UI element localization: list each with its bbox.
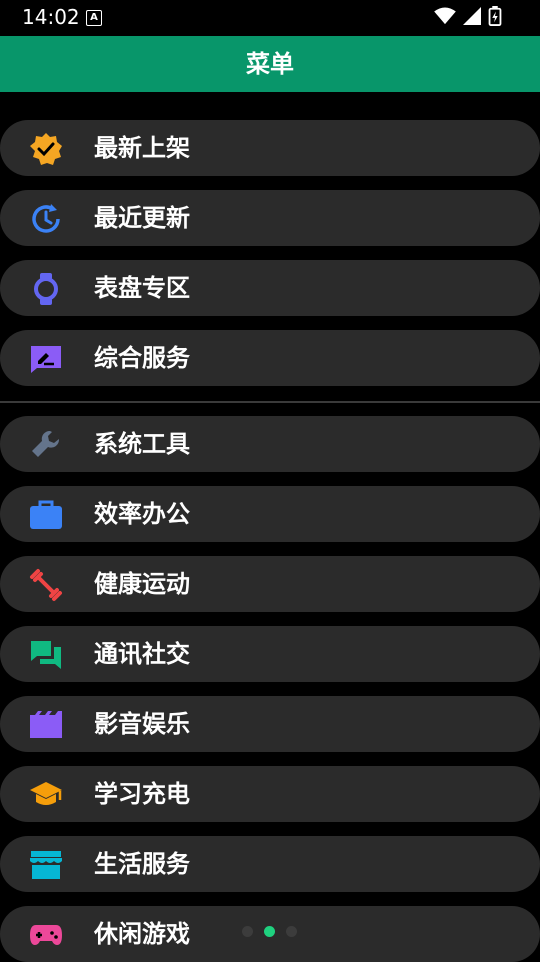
status-time: 14:02 (22, 5, 80, 29)
page-dot-active[interactable] (264, 926, 275, 937)
menu-item-label: 生活服务 (94, 850, 190, 878)
menu-item-label: 最近更新 (94, 204, 190, 232)
page-indicator (242, 926, 297, 937)
battery-charging-icon (488, 6, 502, 26)
cell-signal-icon (463, 7, 481, 25)
menu-item-social[interactable]: 通讯社交 (0, 626, 540, 682)
dumbbell-icon (29, 568, 63, 602)
wifi-icon (434, 7, 456, 25)
menu-item-label: 健康运动 (94, 570, 190, 598)
menu-item-learning[interactable]: 学习充电 (0, 766, 540, 822)
gamepad-icon (29, 918, 63, 952)
briefcase-icon (29, 498, 63, 532)
menu-item-new-releases[interactable]: 最新上架 (0, 120, 540, 176)
menu-item-general-services[interactable]: 综合服务 (0, 330, 540, 386)
menu-item-label: 系统工具 (94, 430, 190, 458)
app-title-bar: 菜单 (0, 36, 540, 92)
page-dot[interactable] (286, 926, 297, 937)
section-divider (0, 401, 540, 403)
page-dot[interactable] (242, 926, 253, 937)
chat-bubbles-icon (29, 638, 63, 672)
history-refresh-icon (29, 202, 63, 236)
clapperboard-icon (29, 708, 63, 742)
menu-item-health-fitness[interactable]: 健康运动 (0, 556, 540, 612)
menu-item-entertainment[interactable]: 影音娱乐 (0, 696, 540, 752)
menu-item-label: 学习充电 (94, 780, 190, 808)
storefront-icon (29, 848, 63, 882)
menu-item-watch-faces[interactable]: 表盘专区 (0, 260, 540, 316)
status-icons (434, 6, 502, 26)
graduation-cap-icon (29, 778, 63, 812)
menu-item-productivity[interactable]: 效率办公 (0, 486, 540, 542)
keyboard-indicator-icon: A (86, 10, 102, 26)
status-bar: 14:02 A (0, 0, 540, 36)
page-title: 菜单 (246, 50, 294, 78)
menu-item-label: 通讯社交 (94, 640, 190, 668)
menu-item-label: 综合服务 (94, 344, 190, 372)
menu-item-label: 效率办公 (94, 500, 190, 528)
edit-note-icon (29, 342, 63, 376)
menu-item-recent-updates[interactable]: 最近更新 (0, 190, 540, 246)
verified-badge-icon (29, 132, 63, 166)
smartwatch-icon (29, 272, 63, 306)
menu-item-life-services[interactable]: 生活服务 (0, 836, 540, 892)
menu-item-label: 影音娱乐 (94, 710, 190, 738)
menu-item-label: 表盘专区 (94, 274, 190, 302)
menu-item-label: 休闲游戏 (94, 920, 190, 948)
wrench-icon (29, 428, 63, 462)
menu-item-label: 最新上架 (94, 134, 190, 162)
menu-item-system-tools[interactable]: 系统工具 (0, 416, 540, 472)
